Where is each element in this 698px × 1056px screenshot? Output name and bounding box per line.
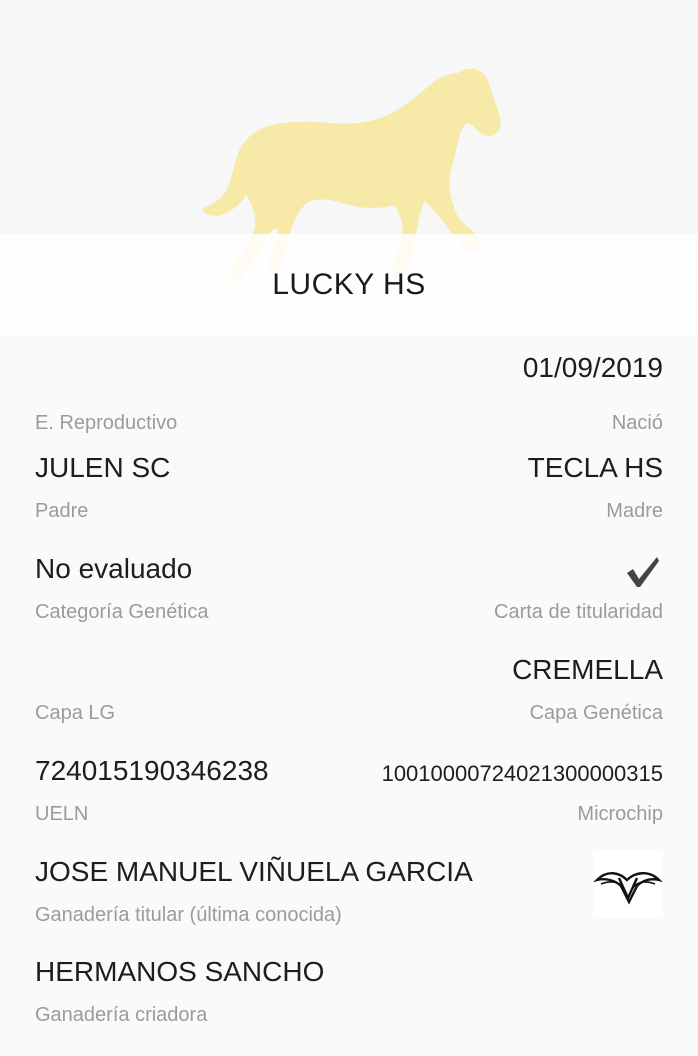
e-reproductivo-label: E. Reproductivo <box>35 412 178 434</box>
ganaderia-criadora-value: HERMANOS SANCHO <box>35 956 325 987</box>
ueln-label: UELN <box>35 803 89 825</box>
categoria-genetica-value: No evaluado <box>35 553 193 584</box>
carta-titularidad-label: Carta de titularidad <box>494 601 663 623</box>
horse-header: LUCKY HS <box>0 0 698 336</box>
madre-label: Madre <box>606 500 663 522</box>
checkmark-icon <box>627 557 659 587</box>
ueln-value: 724015190346238 <box>35 755 269 786</box>
row-ganaderia-criadora[interactable]: HERMANOS SANCHO Ganadería criadora <box>35 956 663 1056</box>
padre-value: JULEN SC <box>35 452 171 483</box>
capa-genetica-value: CREMELLA <box>512 654 663 685</box>
capa-genetica-label: Capa Genética <box>529 702 663 724</box>
breeder-logo-icon[interactable] <box>593 850 663 918</box>
row-ganaderia-titular[interactable]: JOSE MANUEL VIÑUELA GARCIA Ganadería tit… <box>35 850 663 956</box>
categoria-genetica-label: Categoría Genética <box>35 601 209 623</box>
microchip-label: Microchip <box>577 803 663 825</box>
row-reproductivo-nacio: E. Reproductivo 01/09/2019 Nació <box>35 352 663 452</box>
row-categoria-carta: No evaluado Categoría Genética Carta de … <box>35 553 663 653</box>
microchip-value: 10010000724021300000315 <box>381 761 663 786</box>
capa-lg-label: Capa LG <box>35 702 116 724</box>
row-capa: Capa LG CREMELLA Capa Genética <box>35 654 663 754</box>
row-padre-madre: JULEN SC Padre TECLA HS Madre <box>35 452 663 552</box>
ganaderia-titular-label: Ganadería titular (última conocida) <box>35 904 342 926</box>
horse-details: E. Reproductivo 01/09/2019 Nació JULEN S… <box>0 336 698 1026</box>
ganaderia-titular-value: JOSE MANUEL VIÑUELA GARCIA <box>35 856 473 887</box>
row-ueln-microchip: 724015190346238 UELN 1001000072402130000… <box>35 755 663 855</box>
madre-value: TECLA HS <box>527 452 663 483</box>
nacio-label: Nació <box>611 412 663 434</box>
nacio-value: 01/09/2019 <box>522 352 663 383</box>
horse-name: LUCKY HS <box>272 268 426 301</box>
padre-label: Padre <box>35 500 89 522</box>
